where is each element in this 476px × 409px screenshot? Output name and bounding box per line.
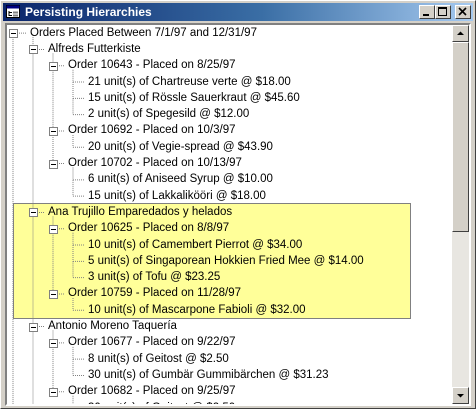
order-node[interactable]: Order 10682 - Placed on 9/25/97	[66, 384, 238, 399]
order-node[interactable]: Order 10643 - Placed on 8/25/97	[66, 58, 238, 73]
line-item-node[interactable]: 3 unit(s) of Tofu @ $23.25	[86, 270, 222, 285]
line-item-node[interactable]: 20 unit(s) of Vegie-spread @ $43.90	[86, 140, 275, 155]
window-title: Persisting Hierarchies	[25, 5, 152, 19]
collapse-toggle-icon[interactable]	[49, 61, 58, 71]
collapse-toggle-icon[interactable]	[49, 224, 58, 234]
vertical-scrollbar[interactable]	[452, 25, 469, 404]
collapse-toggle-icon[interactable]	[29, 322, 38, 332]
tree-view-frame: Orders Placed Between 7/1/97 and 12/31/9…	[5, 23, 471, 406]
close-icon	[458, 7, 467, 16]
line-item-node[interactable]: 10 unit(s) of Mascarpone Fabioli @ $32.0…	[86, 303, 308, 318]
collapse-toggle-icon[interactable]	[49, 159, 58, 169]
line-item-node[interactable]: 6 unit(s) of Aniseed Syrup @ $10.00	[86, 172, 275, 187]
line-item-node[interactable]: 15 unit(s) of Lakkalikööri @ $18.00	[86, 189, 268, 204]
line-item-node[interactable]: 30 unit(s) of Gumbär Gummibärchen @ $31.…	[86, 368, 331, 383]
collapse-toggle-icon[interactable]	[29, 208, 38, 218]
minimize-icon	[423, 14, 429, 16]
line-item-node[interactable]: 10 unit(s) of Camembert Pierrot @ $34.00	[86, 238, 304, 253]
scroll-up-arrow-icon	[457, 31, 464, 35]
customer-node[interactable]: Antonio Moreno Taquería	[46, 319, 179, 334]
root-node[interactable]: Orders Placed Between 7/1/97 and 12/31/9…	[28, 26, 259, 41]
order-node[interactable]: Order 10692 - Placed on 10/3/97	[66, 123, 238, 138]
collapse-toggle-icon[interactable]	[49, 338, 58, 348]
collapse-toggle-icon[interactable]	[29, 45, 38, 55]
collapse-toggle-icon[interactable]	[49, 387, 58, 397]
scroll-down-arrow-icon	[457, 394, 464, 398]
order-node[interactable]: Order 10677 - Placed on 9/22/97	[66, 335, 238, 350]
scroll-thumb[interactable]	[452, 42, 469, 232]
line-item-node[interactable]: 30 unit(s) of Geitost @ $2.50	[86, 401, 237, 404]
line-item-node[interactable]: 5 unit(s) of Singaporean Hokkien Fried M…	[86, 254, 366, 269]
order-node[interactable]: Order 10625 - Placed on 8/8/97	[66, 221, 231, 236]
line-item-node[interactable]: 15 unit(s) of Rössle Sauerkraut @ $45.60	[86, 91, 302, 106]
order-node[interactable]: Order 10702 - Placed on 10/13/97	[66, 156, 244, 171]
title-bar[interactable]: Persisting Hierarchies	[3, 3, 473, 21]
order-node[interactable]: Order 10759 - Placed on 11/28/97	[66, 286, 243, 301]
line-item-node[interactable]: 8 unit(s) of Geitost @ $2.50	[86, 352, 231, 367]
maximize-icon	[438, 7, 447, 16]
customer-node[interactable]: Alfreds Futterkiste	[46, 42, 143, 57]
collapse-toggle-icon[interactable]	[9, 29, 18, 39]
collapse-toggle-icon[interactable]	[49, 126, 58, 136]
collapse-toggle-icon[interactable]	[49, 289, 58, 299]
line-item-node[interactable]: 21 unit(s) of Chartreuse verte @ $18.00	[86, 75, 293, 90]
customer-node[interactable]: Ana Trujillo Emparedados y helados	[46, 205, 234, 220]
scroll-up-button[interactable]	[452, 25, 469, 42]
app-tree-icon	[6, 5, 20, 18]
maximize-button[interactable]	[435, 5, 451, 19]
tree-view[interactable]: Orders Placed Between 7/1/97 and 12/31/9…	[7, 25, 456, 404]
app-window: Persisting Hierarchies Orders Placed Bet…	[0, 0, 476, 409]
scroll-down-button[interactable]	[452, 387, 469, 404]
line-item-node[interactable]: 2 unit(s) of Spegesild @ $12.00	[86, 107, 251, 122]
close-button[interactable]	[455, 5, 471, 19]
minimize-button[interactable]	[419, 5, 435, 19]
